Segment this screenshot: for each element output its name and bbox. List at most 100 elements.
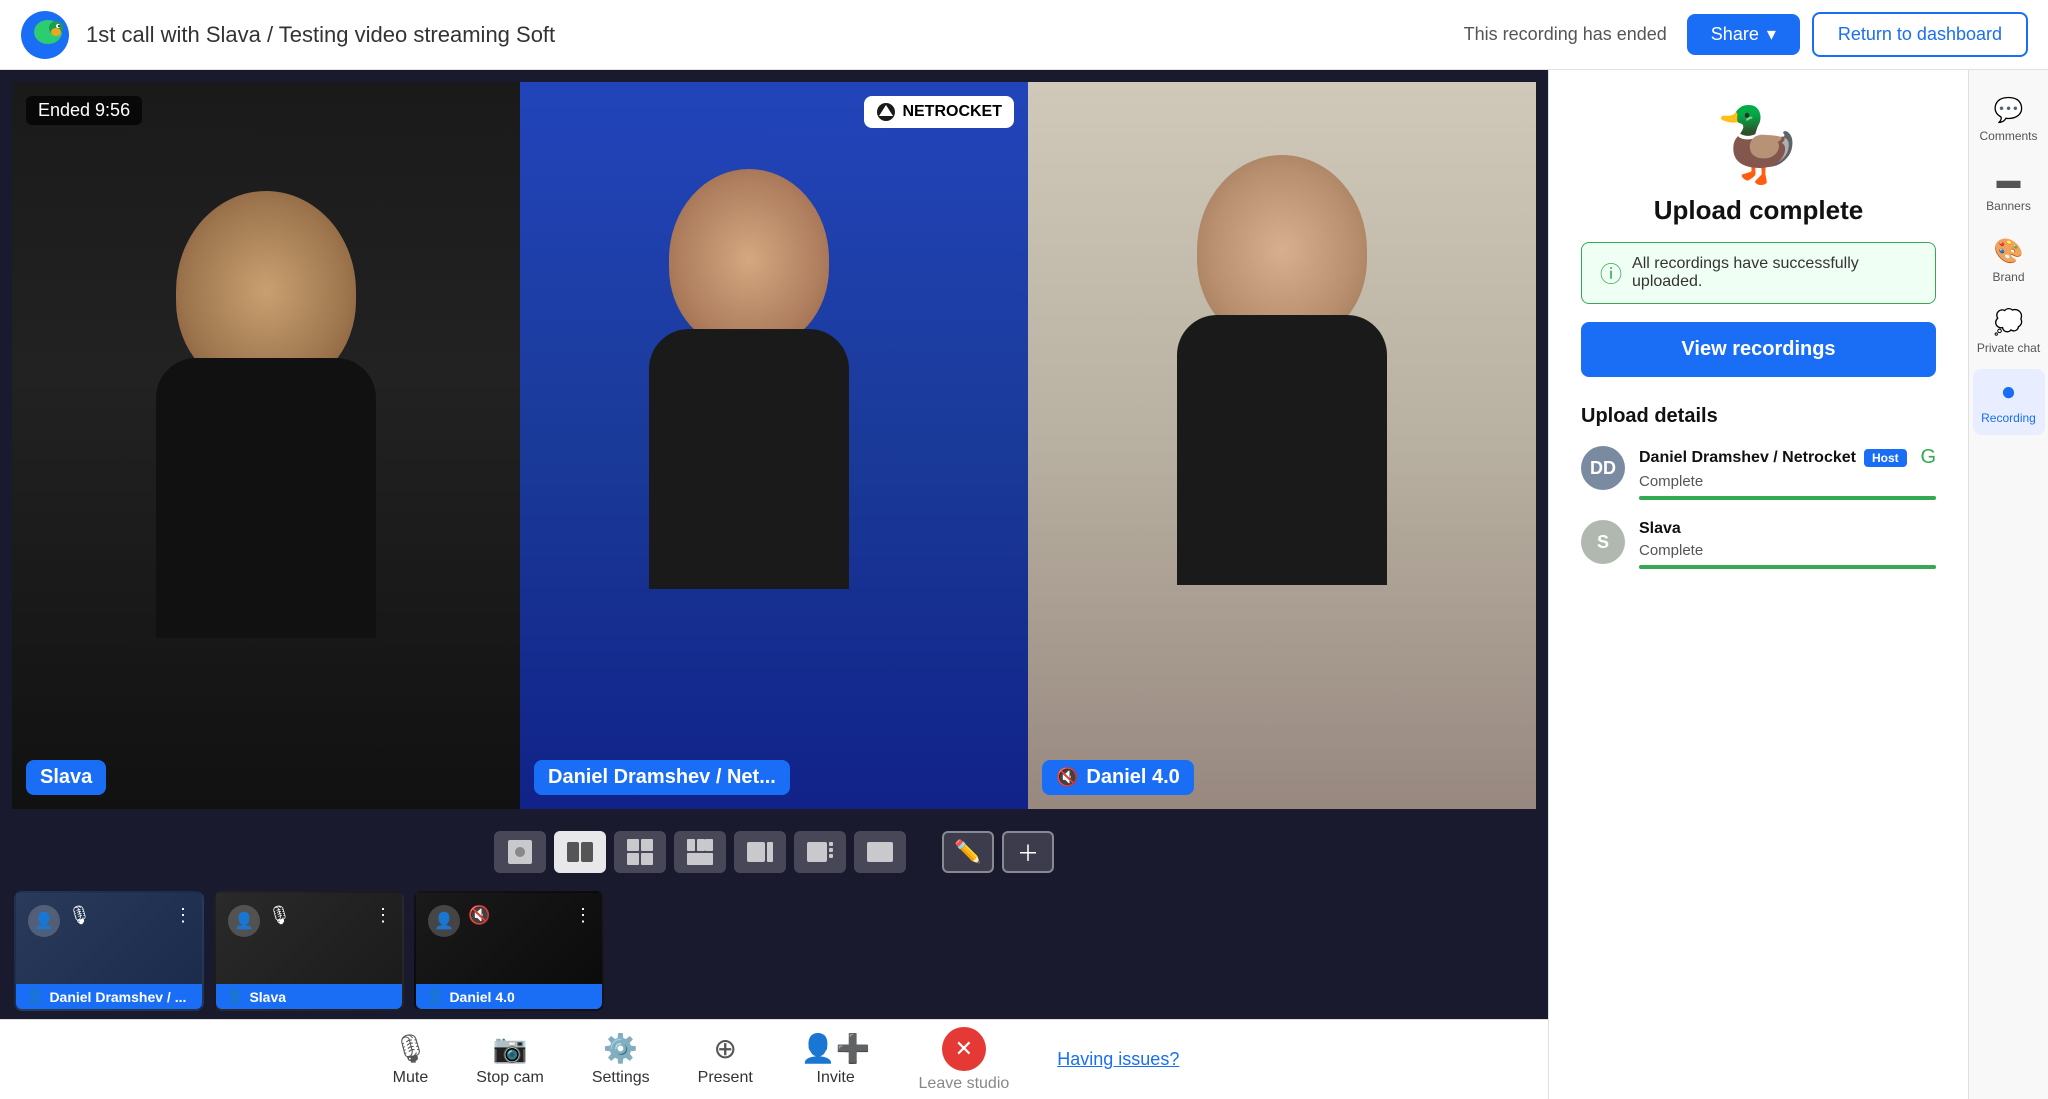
layout-single-button[interactable] (494, 831, 546, 873)
main-content: Ended 9:56 Slava NETROCKET Daniel Dramsh… (0, 70, 2048, 1099)
success-banner: ⓘ All recordings have successfully uploa… (1581, 242, 1936, 304)
detail-name-row-daniel: Daniel Dramshev / Netrocket Host G (1639, 446, 1936, 469)
stop-cam-button[interactable]: 📷 Stop cam (452, 1024, 568, 1095)
netrocket-label: NETROCKET (902, 103, 1002, 121)
thumbnail-daniel[interactable]: 👤 🎙 ⋮ 👤 Daniel Dramshev / ... (14, 891, 204, 1011)
video-feed-daniel (520, 82, 1028, 809)
sidebar-item-private-chat[interactable]: 💭 Private chat (1973, 298, 2045, 365)
detail-info-daniel: Daniel Dramshev / Netrocket Host G Compl… (1639, 446, 1936, 500)
upload-details-section: Upload details DD Daniel Dramshev / Netr… (1581, 405, 1936, 569)
thumbnail-slava[interactable]: 👤 🎙 ⋮ 👤 Slava (214, 891, 404, 1011)
participant-label-daniel: Daniel Dramshev / Net... (534, 760, 790, 795)
mute-button[interactable]: 🎙 Mute (369, 1024, 453, 1095)
thumbnail-daniel4[interactable]: 👤 🔇 ⋮ 👤 Daniel 4.0 (414, 891, 604, 1011)
video-feed-slava (12, 82, 520, 809)
right-sidebar: 💬 Comments ▬ Banners 🎨 Brand 💭 Private c… (1968, 70, 2048, 1099)
having-issues-link[interactable]: Having issues? (1057, 1049, 1179, 1070)
upload-complete-section: 🦆 Upload complete ⓘ All recordings have … (1581, 102, 1936, 377)
progress-bar-daniel (1639, 496, 1936, 500)
brand-icon: 🎨 (1994, 237, 2024, 266)
banners-icon: ▬ (1997, 167, 2021, 195)
layout-bar: ✏️ ＋ (0, 821, 1548, 883)
thumbnail-menu-daniel[interactable]: ⋮ (174, 905, 192, 926)
edit-layout-button[interactable]: ✏️ (942, 831, 994, 873)
participant-label-slava: Slava (26, 760, 106, 795)
sidebar-item-banners[interactable]: ▬ Banners (1973, 157, 2045, 223)
bottom-toolbar: 🎙 Mute 📷 Stop cam ⚙️ Settings ⊕ Present … (0, 1019, 1548, 1099)
video-cell-slava: Ended 9:56 Slava (12, 82, 520, 809)
thumbnail-label-slava: 👤 Slava (216, 984, 402, 1009)
layout-two-button[interactable] (554, 831, 606, 873)
gear-icon: ⚙️ (603, 1032, 638, 1065)
thumbnail-avatar-daniel: 👤 (28, 905, 60, 937)
video-feed-daniel4 (1028, 82, 1536, 809)
chevron-down-icon: ▾ (1767, 24, 1776, 45)
layout-focus-button[interactable] (794, 831, 846, 873)
settings-button[interactable]: ⚙️ Settings (568, 1024, 674, 1095)
sidebar-label-banners: Banners (1986, 199, 2031, 213)
participant-label-daniel4: 🔇 Daniel 4.0 (1042, 760, 1194, 795)
thumbnail-mic-slava: 🎙 (268, 905, 291, 926)
thumbnail-menu-daniel4[interactable]: ⋮ (574, 905, 592, 926)
host-badge-daniel: Host (1864, 449, 1907, 467)
video-area: Ended 9:56 Slava NETROCKET Daniel Dramsh… (0, 70, 1548, 1099)
detail-status-slava: Complete (1639, 542, 1936, 559)
sidebar-item-comments[interactable]: 💬 Comments (1973, 86, 2045, 153)
thumbnail-label-daniel: 👤 Daniel Dramshev / ... (16, 984, 202, 1009)
share-button[interactable]: Share ▾ (1687, 14, 1800, 55)
sidebar-item-recording[interactable]: ⏺ Recording (1973, 369, 2045, 435)
recording-icon: ⏺ (2003, 379, 2015, 407)
sidebar-item-brand[interactable]: 🎨 Brand (1973, 227, 2045, 294)
video-cell-daniel: NETROCKET Daniel Dramshev / Net... (520, 82, 1028, 809)
sidebar-label-brand: Brand (1992, 270, 2024, 284)
thumbnail-mic-daniel: 🎙 (68, 905, 91, 926)
upload-details-title: Upload details (1581, 405, 1936, 428)
detail-status-daniel: Complete (1639, 473, 1936, 490)
present-button[interactable]: ⊕ Present (674, 1024, 777, 1095)
layout-grid-button[interactable] (674, 831, 726, 873)
view-recordings-button[interactable]: View recordings (1581, 322, 1936, 377)
thumbnail-label-daniel4: 👤 Daniel 4.0 (416, 984, 602, 1009)
leave-studio-button[interactable]: ✕ Leave studio (895, 1019, 1034, 1099)
leave-icon-wrap: ✕ (942, 1027, 986, 1071)
header: 1st call with Slava / Testing video stre… (0, 0, 2048, 70)
layout-sidebar-button[interactable] (734, 831, 786, 873)
person-icon: 👤 (26, 988, 43, 1005)
sidebar-label-recording: Recording (1981, 411, 2036, 425)
person-icon: 👤 (426, 988, 443, 1005)
invite-button[interactable]: 👤➕ Invite (777, 1024, 895, 1095)
private-chat-icon: 💭 (1994, 308, 2024, 337)
camera-icon: 📷 (493, 1032, 528, 1065)
thumbnail-strip: 👤 🎙 ⋮ 👤 Daniel Dramshev / ... 👤 🎙 ⋮ 👤 Sl… (0, 883, 1548, 1019)
detail-name-daniel: Daniel Dramshev / Netrocket (1639, 449, 1856, 467)
microphone-icon: 🎙 (393, 1032, 429, 1065)
layout-full-button[interactable] (854, 831, 906, 873)
present-icon: ⊕ (713, 1032, 736, 1065)
progress-fill-daniel (1639, 496, 1936, 500)
recording-status: This recording has ended (1464, 24, 1667, 45)
right-panel: 🦆 Upload complete ⓘ All recordings have … (1548, 70, 1968, 1099)
person-icon: 👤 (226, 988, 243, 1005)
avatar-slava: S (1581, 520, 1625, 564)
return-dashboard-button[interactable]: Return to dashboard (1812, 12, 2028, 57)
close-icon: ✕ (955, 1036, 973, 1062)
avatar-daniel: DD (1581, 446, 1625, 490)
grammarly-icon-daniel: G (1920, 446, 1936, 469)
progress-fill-slava (1639, 565, 1936, 569)
right-panel-main: 🦆 Upload complete ⓘ All recordings have … (1549, 70, 1968, 1099)
layout-four-button[interactable] (614, 831, 666, 873)
video-grid: Ended 9:56 Slava NETROCKET Daniel Dramsh… (0, 70, 1548, 821)
thumbnail-avatar-slava: 👤 (228, 905, 260, 937)
netrocket-logo: NETROCKET (864, 96, 1014, 128)
app-logo (20, 10, 70, 60)
check-circle-icon: ⓘ (1600, 257, 1622, 289)
thumbnail-muted-daniel4: 🔇 (468, 905, 490, 926)
mute-icon: 🔇 (1056, 767, 1078, 788)
progress-bar-slava (1639, 565, 1936, 569)
duck-icon: 🦆 (1714, 102, 1804, 187)
upload-title: Upload complete (1654, 195, 1863, 226)
thumbnail-menu-slava[interactable]: ⋮ (374, 905, 392, 926)
video-cell-daniel4: 🔇 Daniel 4.0 (1028, 82, 1536, 809)
add-layout-button[interactable]: ＋ (1002, 831, 1054, 873)
upload-detail-row-daniel: DD Daniel Dramshev / Netrocket Host G Co… (1581, 446, 1936, 500)
